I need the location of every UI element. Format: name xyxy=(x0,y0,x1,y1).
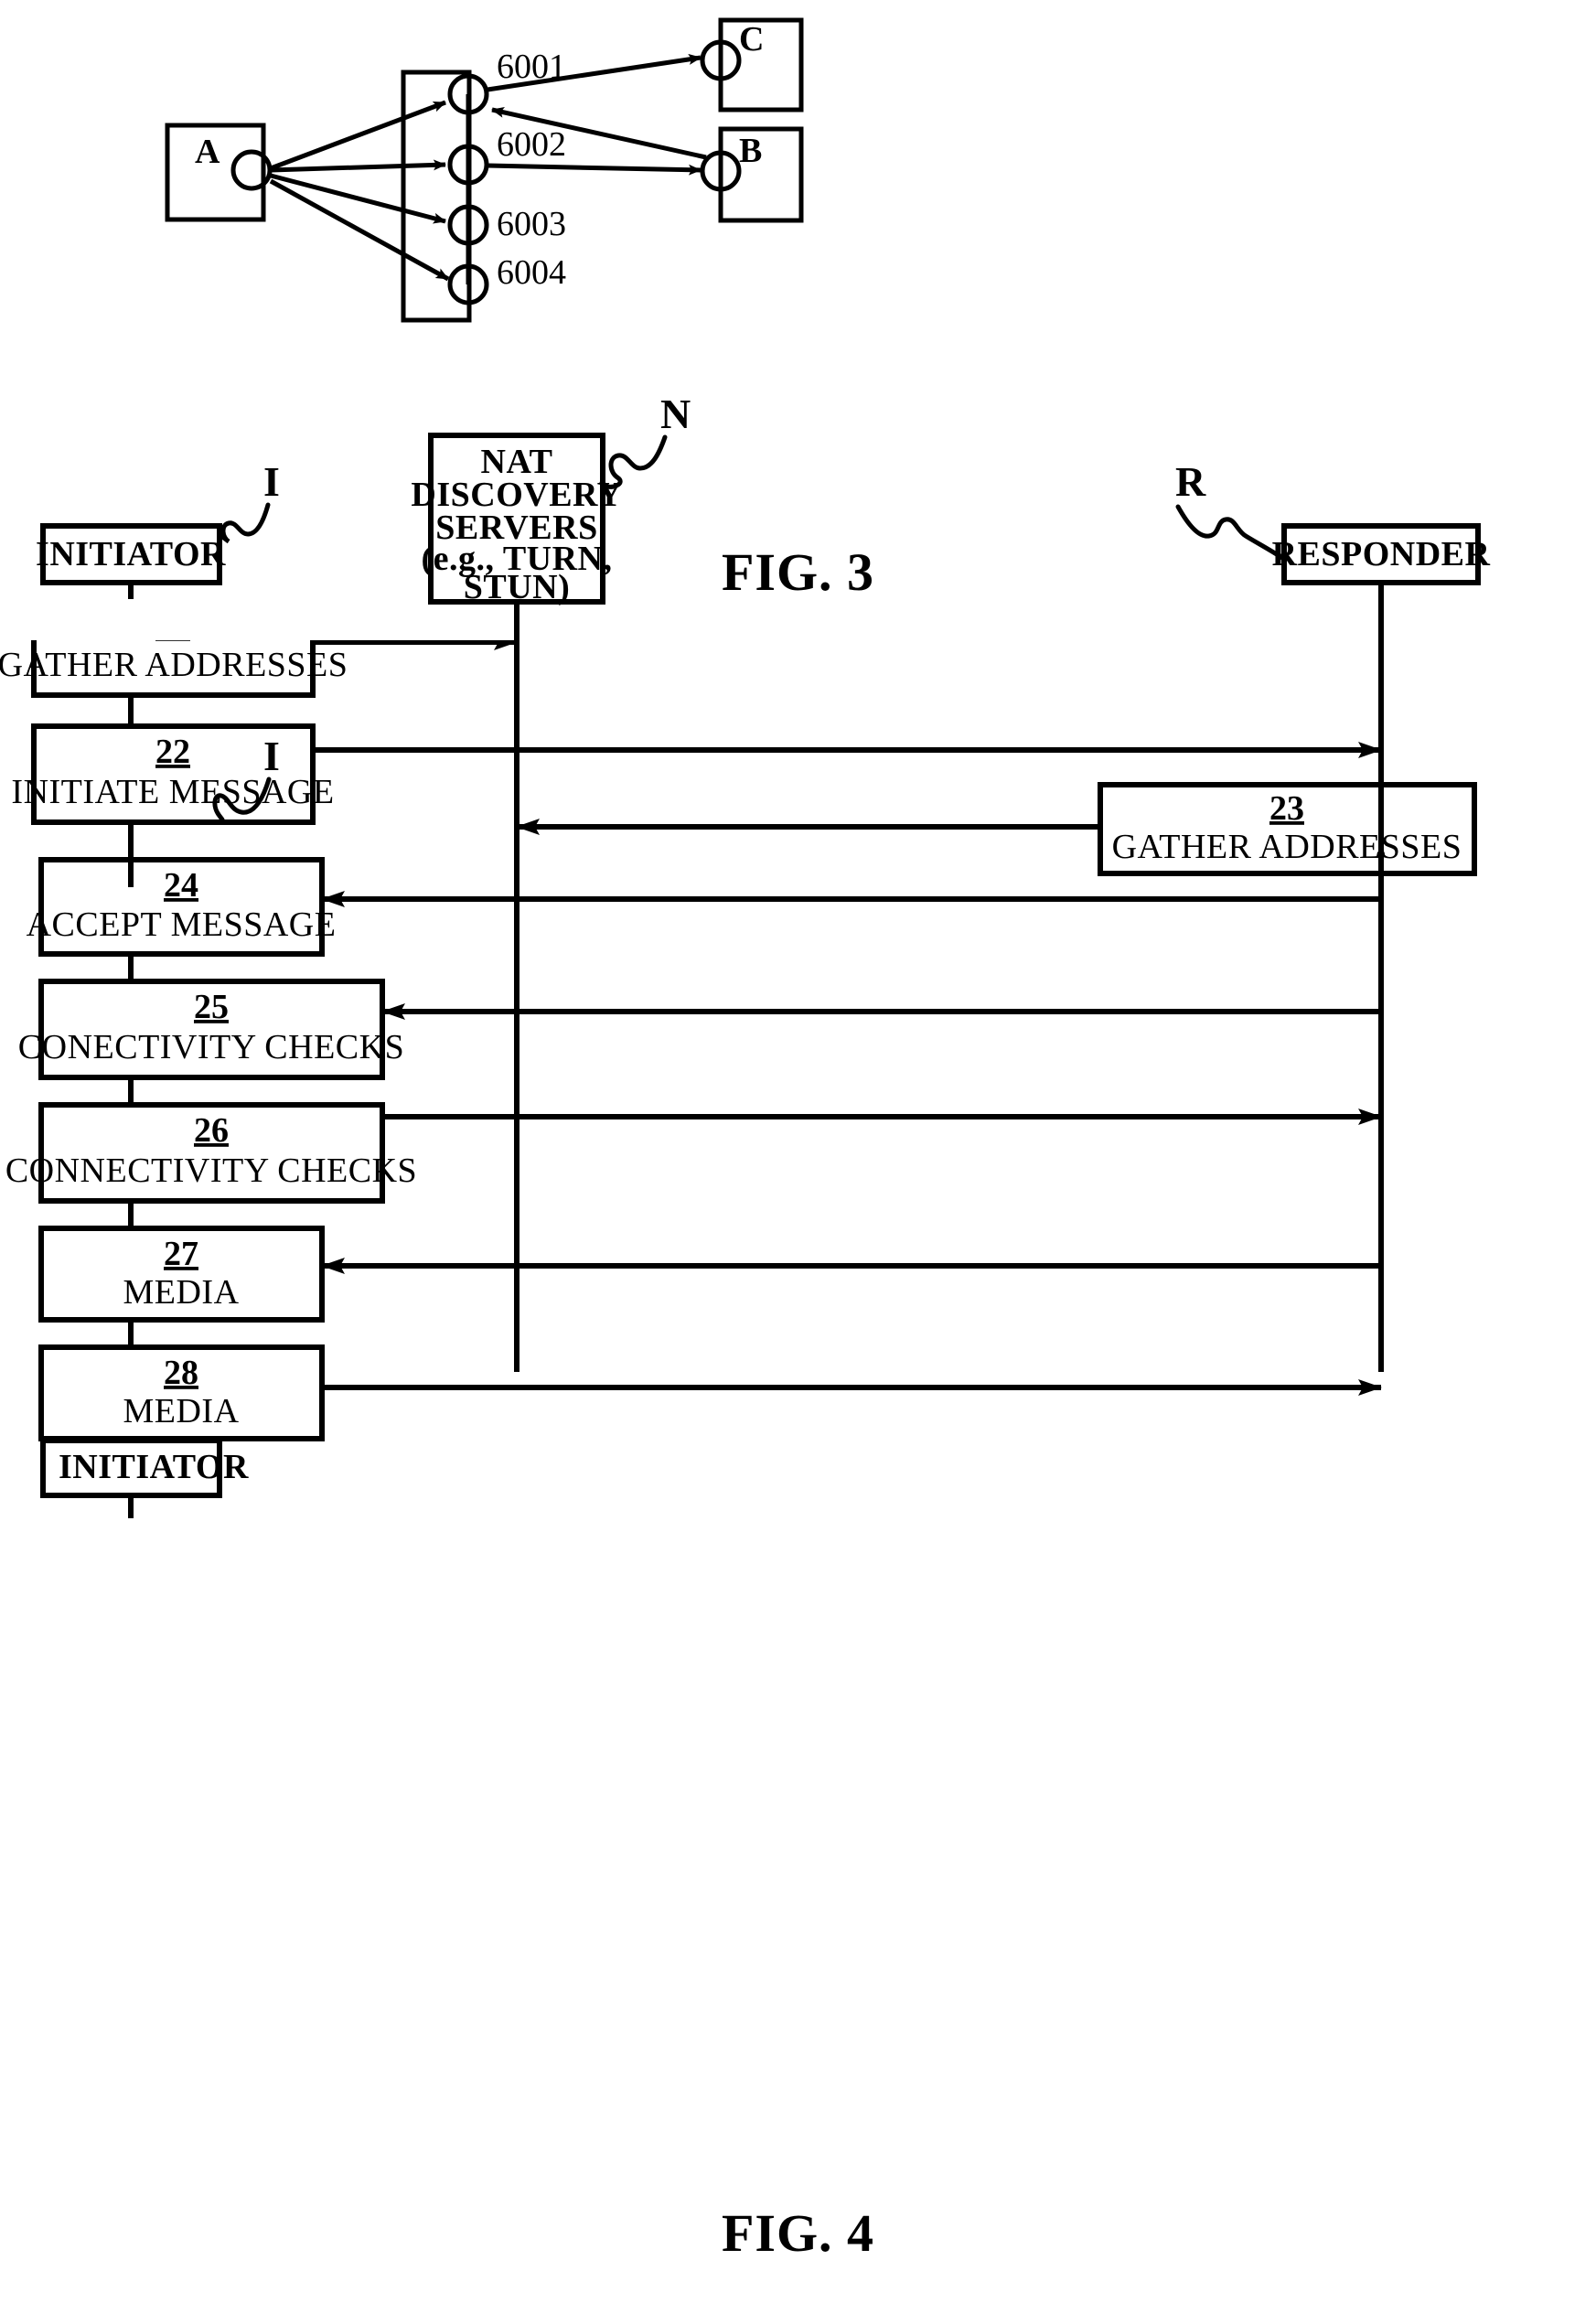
fig4-ref-n: N xyxy=(660,391,691,437)
fig4-step-27-number: 27 xyxy=(164,1235,198,1273)
fig3-endpoint-a-label: A xyxy=(195,133,220,171)
fig4-leader-i-path xyxy=(219,502,271,544)
figure-4-header-layer: NAT DISCOVERY SERVERS (e.g., TURN, STUN)… xyxy=(36,391,1491,648)
fig4-nat-line-5: STUN) xyxy=(464,568,571,606)
fig4-lane-initiator-label: INITIATOR xyxy=(59,1448,249,1486)
fig3-endpoint-c: C xyxy=(718,17,804,112)
figure-4-caption: FIG. 4 xyxy=(721,2203,875,2263)
fig4-ref-r: R xyxy=(1175,458,1206,505)
fig4-responder-box: RESPONDER xyxy=(1272,523,1491,585)
fig4-step-27: 27 MEDIA xyxy=(38,1226,325,1323)
patent-figure-page: A 6001 6002 6003 6004 C B FIG. 3 INITIAT… xyxy=(0,0,1596,2303)
fig3-port-6003-label: 6003 xyxy=(497,205,566,243)
fig4-step-26-text: CONNECTIVITY CHECKS xyxy=(5,1152,417,1190)
fig4-step-28-number: 28 xyxy=(164,1354,198,1392)
fig4-ref-i-letter: I xyxy=(263,458,280,505)
fig4-lane-initiator: INITIATOR xyxy=(40,1438,249,1498)
fig3-flow-a-6003 xyxy=(270,173,446,224)
fig3-endpoint-a: A xyxy=(165,123,266,222)
fig4-step-26-number: 26 xyxy=(194,1111,229,1150)
fig3-flow-a-6001 xyxy=(270,100,446,171)
fig4-step-27-text: MEDIA xyxy=(123,1273,239,1312)
fig3-flow-6002-b xyxy=(487,163,702,176)
fig3-port-6002-label: 6002 xyxy=(497,125,566,164)
fig3-flow-a-6004 xyxy=(269,178,450,282)
fig4-step-26: 26 CONNECTIVITY CHECKS xyxy=(5,1102,417,1204)
fig4-initiator-box: INITIATOR xyxy=(36,523,226,585)
fig3-port-6004-label: 6004 xyxy=(497,253,566,292)
fig3-endpoint-b: B xyxy=(718,126,804,223)
fig4-responder-label: RESPONDER xyxy=(1272,535,1491,573)
fig3-endpoint-b-label: B xyxy=(739,132,762,170)
fig4-step-28-text: MEDIA xyxy=(123,1392,239,1430)
fig4-initiator-label: INITIATOR xyxy=(36,535,226,573)
fig3-flow-a-6002 xyxy=(270,159,446,173)
fig4-step-28: 28 MEDIA xyxy=(38,1344,325,1441)
fig3-endpoint-c-label: C xyxy=(739,20,764,59)
fig4-leader-r xyxy=(1175,504,1285,561)
fig4-nat-box: NAT DISCOVERY SERVERS (e.g., TURN, STUN) xyxy=(411,433,622,606)
